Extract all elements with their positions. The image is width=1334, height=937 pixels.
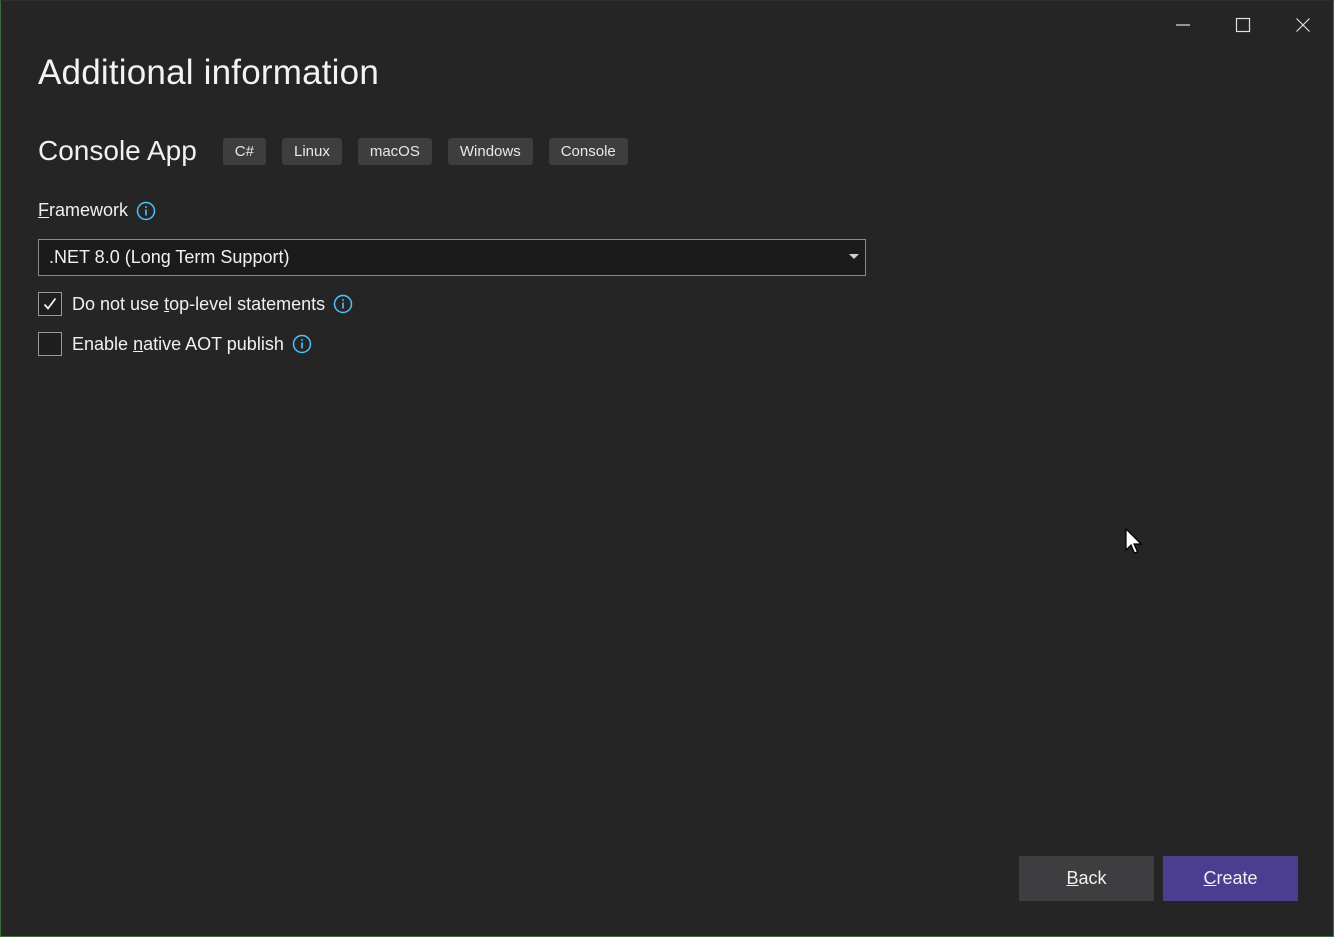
native-aot-checkbox[interactable]	[38, 332, 62, 356]
top-level-statements-label: Do not use top-level statements	[72, 294, 325, 315]
framework-label: Framework	[38, 200, 128, 221]
framework-label-row: Framework	[38, 200, 156, 221]
maximize-icon	[1235, 17, 1251, 33]
native-aot-option[interactable]: Enable native AOT publish	[38, 332, 312, 356]
project-type-name: Console App	[38, 135, 197, 166]
close-icon	[1296, 18, 1310, 32]
tag-macos: macOS	[357, 137, 432, 165]
maximize-button[interactable]	[1213, 1, 1273, 49]
native-aot-info-icon[interactable]	[292, 334, 312, 354]
label-part: ative AOT publish	[143, 333, 284, 354]
top-level-statements-checkbox[interactable]	[38, 292, 62, 316]
tag-windows: Windows	[447, 137, 533, 165]
top-level-statements-option[interactable]: Do not use top-level statements	[38, 292, 353, 316]
checkmark-icon	[43, 297, 57, 310]
framework-label-mnemonic: F	[38, 200, 49, 220]
framework-select-value: .NET 8.0 (Long Term Support)	[49, 247, 290, 267]
window-controls	[1153, 1, 1333, 49]
label-mnemonic: n	[133, 333, 144, 354]
label-part: Do not use	[72, 293, 165, 314]
native-aot-label: Enable native AOT publish	[72, 334, 284, 355]
framework-label-rest: ramework	[49, 200, 129, 220]
back-label-rest: ack	[1078, 868, 1107, 888]
mouse-pointer-icon	[1125, 528, 1143, 554]
dialog-window: Additional information Console App C# Li…	[0, 0, 1334, 937]
label-part: Enable	[72, 333, 134, 354]
top-level-info-icon[interactable]	[333, 294, 353, 314]
tag-console: Console	[548, 137, 628, 165]
create-button[interactable]: Create	[1163, 856, 1298, 901]
project-header: Console App C# Linux macOS Windows Conso…	[38, 135, 644, 167]
label-part: op-level statements	[169, 293, 326, 314]
create-mnemonic: C	[1203, 868, 1217, 888]
create-label-rest: reate	[1216, 868, 1258, 888]
minimize-button[interactable]	[1153, 1, 1213, 49]
close-button[interactable]	[1273, 1, 1333, 49]
framework-info-icon[interactable]	[136, 201, 156, 221]
tag-csharp: C#	[222, 137, 266, 165]
back-mnemonic: B	[1066, 868, 1079, 888]
tag-linux: Linux	[281, 137, 342, 165]
page-title: Additional information	[38, 53, 379, 92]
minimize-icon	[1176, 24, 1190, 26]
framework-select[interactable]: .NET 8.0 (Long Term Support)	[38, 239, 866, 276]
back-button[interactable]: Back	[1019, 856, 1154, 901]
chevron-down-icon	[849, 254, 859, 259]
